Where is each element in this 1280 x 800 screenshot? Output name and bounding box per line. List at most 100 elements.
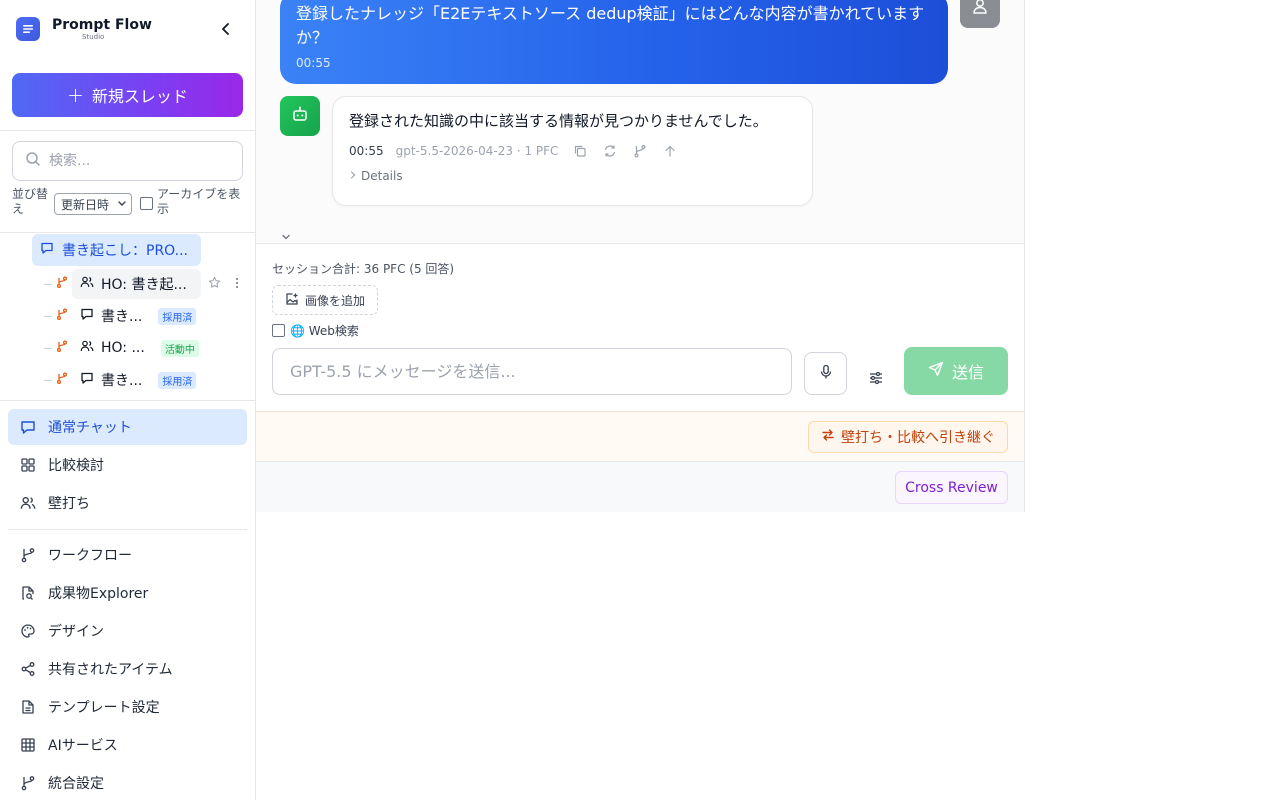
add-image-button[interactable]: 画像を追加 (272, 285, 379, 315)
tree-connector (44, 347, 52, 349)
thread-child-pill[interactable]: HO: ... 活動中 (72, 333, 207, 363)
message-input-box[interactable] (272, 348, 792, 395)
plus-icon: + (67, 83, 84, 107)
search-box[interactable] (12, 141, 243, 181)
user-message-time: 00:55 (296, 56, 331, 70)
tree-connector (44, 379, 52, 381)
star-icon[interactable] (208, 276, 221, 293)
nav-item-integration-settings[interactable]: 統合設定 (8, 765, 247, 800)
settings-sliders-button[interactable] (864, 368, 888, 392)
user-icon (971, 0, 989, 19)
palette-icon (20, 623, 36, 639)
nav-item-brainstorm[interactable]: 壁打ち (8, 485, 247, 521)
chat-icon (40, 241, 54, 259)
nav-item-label: 通常チャット (48, 420, 132, 436)
regenerate-icon[interactable] (602, 143, 618, 159)
users-icon (20, 495, 36, 511)
copy-icon[interactable] (572, 143, 588, 159)
search-input[interactable] (49, 153, 229, 169)
thread-child-pill[interactable]: HO: 書き起... (72, 269, 201, 299)
review-bar: Cross Review (256, 461, 1024, 512)
nav-item-ai-services[interactable]: AIサービス (8, 727, 247, 763)
nav-item-template-settings[interactable]: テンプレート設定 (8, 689, 247, 725)
nav-item-label: ワークフロー (48, 548, 132, 564)
brand-title: Prompt Flow (52, 16, 152, 33)
thread-parent-label: 書き起こし：PRO... (62, 243, 188, 259)
bot-message-bubble: 登録された知識の中に該当する情報が見つかりませんでした。 00:55 gpt-5… (332, 96, 813, 206)
chat-icon (80, 371, 94, 389)
cross-review-button[interactable]: Cross Review (895, 471, 1008, 504)
tree-connector (44, 315, 52, 317)
branch-icon[interactable] (632, 143, 648, 159)
add-image-label: 画像を追加 (305, 293, 366, 308)
nav-item-label: 共有されたアイテム (48, 662, 173, 678)
handoff-bar: 壁打ち・比較へ引き継ぐ (256, 411, 1024, 461)
branch-icon (56, 308, 68, 324)
bot-icon (291, 105, 309, 127)
divider (8, 529, 247, 530)
voice-input-button[interactable] (804, 352, 847, 395)
thread-child-pill[interactable]: 書き... 採用済 (72, 365, 204, 395)
nav-item-artifact-explorer[interactable]: 成果物Explorer (8, 575, 247, 611)
thread-child-item[interactable]: HO: ... 活動中 (44, 332, 207, 364)
message-input[interactable] (290, 362, 770, 381)
details-label: Details (361, 169, 403, 183)
document-icon (20, 699, 36, 715)
new-thread-button[interactable]: + 新規スレッド (12, 73, 243, 117)
divider (0, 400, 255, 401)
send-button[interactable]: 送信 (904, 347, 1008, 395)
collapse-sidebar-button[interactable] (216, 20, 236, 40)
sliders-icon (868, 370, 884, 390)
brand-subtitle: Studio (82, 32, 105, 41)
share-icon (20, 661, 36, 677)
search-icon (25, 151, 41, 171)
more-vertical-icon[interactable] (232, 276, 242, 294)
status-badge: 採用済 (158, 371, 197, 389)
arrow-up-icon[interactable] (662, 143, 678, 159)
thread-item-parent[interactable]: 書き起こし：PRO... (32, 234, 201, 266)
branch-icon (20, 775, 36, 791)
archive-label: アーカイブを表示 (157, 187, 241, 216)
session-total: セッション合計: 36 PFC (5 回答) (272, 262, 455, 276)
new-thread-label: 新規スレッド (91, 87, 188, 106)
chat-panel: 登録したナレッジ「E2Eテキストソース dedup検証」にはどんな内容が書かれて… (256, 0, 1025, 512)
handoff-label: 壁打ち・比較へ引き継ぐ (841, 430, 995, 446)
nav-item-design[interactable]: デザイン (8, 613, 247, 649)
nav-item-compare[interactable]: 比較検討 (8, 447, 247, 483)
web-search-checkbox[interactable] (272, 324, 285, 337)
bot-model-info: gpt-5.5-2026-04-23 · 1 PFC (395, 144, 559, 158)
nav-item-workflow[interactable]: ワークフロー (8, 537, 247, 573)
archive-checkbox[interactable] (140, 197, 153, 210)
nav-item-label: 壁打ち (48, 496, 90, 512)
tree-connector (44, 283, 52, 285)
chevron-left-icon (220, 21, 232, 40)
sort-select[interactable]: 更新日時 (54, 193, 132, 215)
brand[interactable]: Prompt Flow Studio (16, 17, 152, 41)
sort-select-value: 更新日時 (61, 197, 110, 212)
thread-child-pill[interactable]: 書き... 採用済 (72, 301, 204, 331)
microphone-icon (819, 364, 833, 384)
chevron-right-icon (349, 169, 357, 183)
thread-child-item[interactable]: HO: 書き起... (44, 268, 238, 300)
status-badge: 活動中 (160, 339, 199, 357)
handoff-button[interactable]: 壁打ち・比較へ引き継ぐ (808, 421, 1008, 453)
brand-logo-icon (16, 17, 40, 41)
bot-avatar (280, 96, 320, 136)
bot-message-text: 登録された知識の中に該当する情報が見つかりませんでした。 (349, 112, 768, 130)
status-badge: 採用済 (158, 307, 197, 325)
branch-icon (56, 276, 68, 292)
file-search-icon (20, 585, 36, 601)
thread-child-item[interactable]: 書き... 採用済 (44, 300, 204, 332)
details-toggle[interactable]: Details (349, 169, 796, 183)
users-icon (80, 339, 94, 357)
chat-icon (80, 307, 94, 325)
web-search-label: 🌐 Web検索 (290, 324, 359, 338)
bot-message-time: 00:55 (349, 144, 384, 158)
nav-item-chat[interactable]: 通常チャット (8, 409, 247, 445)
users-icon (80, 275, 94, 293)
nav-item-label: デザイン (48, 624, 104, 640)
bot-message-meta: 00:55 gpt-5.5-2026-04-23 · 1 PFC (349, 143, 796, 159)
nav-item-shared[interactable]: 共有されたアイテム (8, 651, 247, 687)
send-label: 送信 (951, 363, 984, 382)
thread-child-item[interactable]: 書き... 採用済 (44, 364, 204, 396)
